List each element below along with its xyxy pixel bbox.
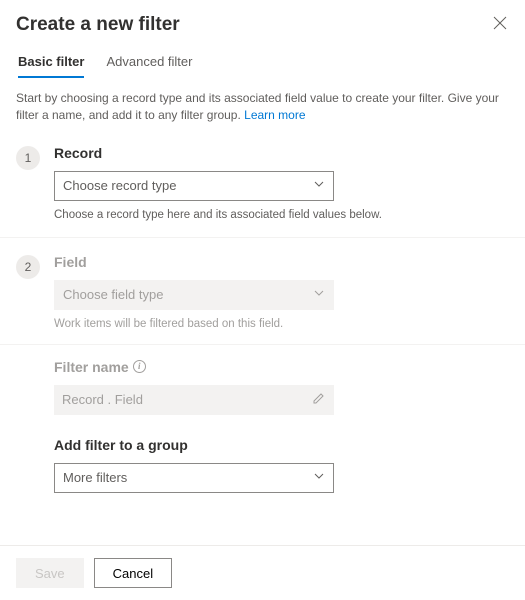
step-field: 2 Field Choose field type Work items wil… bbox=[0, 254, 525, 330]
tab-basic-filter[interactable]: Basic filter bbox=[18, 54, 84, 78]
record-label: Record bbox=[54, 145, 509, 161]
record-type-select[interactable]: Choose record type bbox=[54, 171, 334, 201]
record-helper-text: Choose a record type here and its associ… bbox=[54, 209, 509, 221]
close-icon bbox=[493, 16, 507, 33]
edit-icon bbox=[312, 391, 326, 408]
record-type-placeholder: Choose record type bbox=[63, 178, 176, 193]
chevron-down-icon bbox=[313, 470, 325, 485]
field-helper-text: Work items will be filtered based on thi… bbox=[54, 318, 509, 330]
chevron-down-icon bbox=[313, 178, 325, 193]
close-button[interactable] bbox=[491, 14, 509, 35]
step-filter-name: Filter name i Record . Field bbox=[0, 359, 525, 415]
filter-name-placeholder: Record . Field bbox=[62, 392, 143, 407]
step-group: Add filter to a group More filters bbox=[0, 437, 525, 493]
group-select-value: More filters bbox=[63, 470, 127, 485]
footer: Save Cancel bbox=[0, 545, 525, 600]
dialog-title: Create a new filter bbox=[16, 14, 180, 36]
step-number-1: 1 bbox=[16, 146, 40, 170]
filter-name-input: Record . Field bbox=[54, 385, 334, 415]
intro-text: Start by choosing a record type and its … bbox=[0, 78, 525, 125]
field-type-select: Choose field type bbox=[54, 280, 334, 310]
tab-advanced-filter[interactable]: Advanced filter bbox=[106, 54, 192, 78]
filter-name-label-text: Filter name bbox=[54, 359, 129, 375]
group-label: Add filter to a group bbox=[54, 437, 509, 453]
filter-name-label: Filter name i bbox=[54, 359, 509, 375]
chevron-down-icon bbox=[313, 287, 325, 302]
tab-list: Basic filter Advanced filter bbox=[0, 54, 525, 78]
field-label: Field bbox=[54, 254, 509, 270]
save-button: Save bbox=[16, 558, 84, 588]
cancel-button[interactable]: Cancel bbox=[94, 558, 172, 588]
step-record: 1 Record Choose record type Choose a rec… bbox=[0, 145, 525, 221]
field-type-placeholder: Choose field type bbox=[63, 287, 163, 302]
group-select[interactable]: More filters bbox=[54, 463, 334, 493]
step-number-2: 2 bbox=[16, 255, 40, 279]
info-icon[interactable]: i bbox=[133, 360, 146, 373]
learn-more-link[interactable]: Learn more bbox=[244, 108, 305, 122]
